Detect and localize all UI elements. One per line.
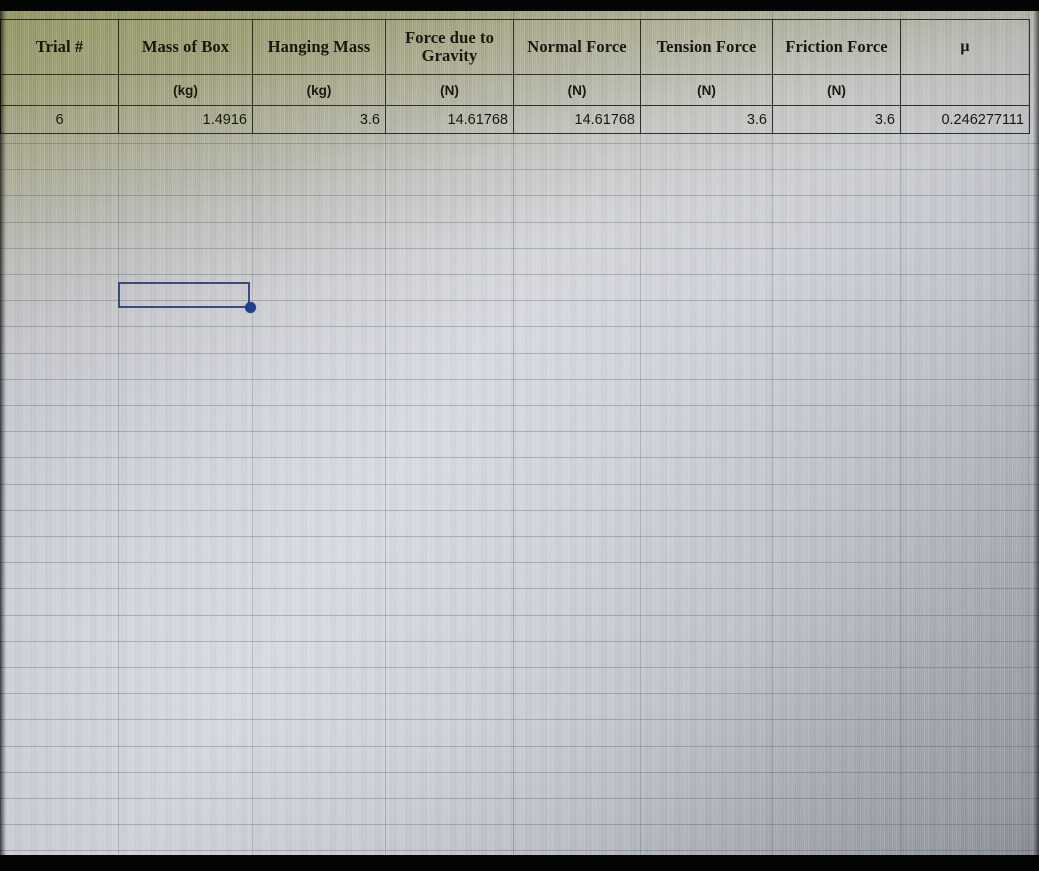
gridline-horizontal-4 [0, 247, 1039, 249]
gridline-horizontal-5 [0, 274, 1039, 275]
spreadsheet-screen: Trial # Mass of Box Hanging Mass Force d… [0, 10, 1039, 855]
gridline-horizontal-21 [0, 693, 1039, 695]
gridline-horizontal-22 [0, 719, 1039, 721]
gridline-vertical-7 [900, 10, 901, 855]
cell-hanging-mass[interactable]: 3.6 [252, 105, 386, 134]
header-mu[interactable]: μ [900, 19, 1030, 75]
lcd-scanline-texture [0, 10, 1039, 855]
gridline-horizontal-25 [0, 798, 1039, 799]
gridline-horizontal-26 [0, 824, 1039, 826]
table-row: 6 1.4916 3.6 14.61768 14.61768 3.6 3.6 0… [0, 105, 1030, 134]
lcd-banding-texture [0, 10, 1039, 855]
gridline-horizontal-24 [0, 771, 1039, 773]
gridline-horizontal-12 [0, 457, 1039, 459]
gridline-vertical-1 [118, 10, 119, 855]
gridline-horizontal-7 [0, 326, 1039, 328]
cell-mu[interactable]: 0.246277111 [900, 105, 1030, 134]
gridline-horizontal-23 [0, 745, 1039, 747]
table-units-row: (kg) (kg) (N) (N) (N) (N) [0, 74, 1030, 106]
photo-of-monitor: Trial # Mass of Box Hanging Mass Force d… [0, 0, 1039, 871]
gridline-horizontal-3 [0, 221, 1039, 223]
spreadsheet-gridlines [0, 10, 1039, 855]
cell-force-due-to-gravity[interactable]: 14.61768 [385, 105, 514, 134]
gridline-horizontal-1 [0, 169, 1039, 171]
unit-friction-force[interactable]: (N) [772, 74, 901, 106]
photo-top-black-band [0, 0, 1039, 11]
cell-friction-force[interactable]: 3.6 [772, 105, 901, 134]
gridline-horizontal-10 [0, 405, 1039, 406]
header-hanging-mass[interactable]: Hanging Mass [252, 19, 386, 75]
header-normal-force[interactable]: Normal Force [513, 19, 641, 75]
gridline-horizontal-15 [0, 536, 1039, 537]
gridline-horizontal-27 [0, 850, 1039, 852]
cell-trial[interactable]: 6 [0, 105, 119, 134]
gridline-horizontal-18 [0, 614, 1039, 616]
unit-trial[interactable] [0, 74, 119, 106]
unit-mu[interactable] [900, 74, 1030, 106]
unit-force-due-to-gravity[interactable]: (N) [385, 74, 514, 106]
header-trial[interactable]: Trial # [0, 19, 119, 75]
gridline-vertical-8 [1028, 10, 1029, 855]
header-tension-force[interactable]: Tension Force [640, 19, 773, 75]
unit-normal-force[interactable]: (N) [513, 74, 641, 106]
gridline-vertical-2 [252, 10, 253, 855]
table-header-row: Trial # Mass of Box Hanging Mass Force d… [0, 19, 1030, 75]
gridline-horizontal-2 [0, 195, 1039, 197]
gridline-horizontal-8 [0, 352, 1039, 354]
force-friction-data-table: Trial # Mass of Box Hanging Mass Force d… [0, 19, 1030, 134]
unit-tension-force[interactable]: (N) [640, 74, 773, 106]
cell-normal-force[interactable]: 14.61768 [513, 105, 641, 134]
unit-mass-of-box[interactable]: (kg) [118, 74, 253, 106]
header-force-due-to-gravity[interactable]: Force due to Gravity [385, 19, 514, 75]
unit-hanging-mass[interactable]: (kg) [252, 74, 386, 106]
gridline-vertical-5 [640, 10, 641, 855]
gridline-vertical-3 [385, 10, 386, 855]
gridline-vertical-6 [772, 10, 773, 855]
gridline-horizontal-0 [0, 143, 1039, 144]
gridline-horizontal-14 [0, 509, 1039, 511]
gridline-horizontal-11 [0, 431, 1039, 433]
gridline-horizontal-19 [0, 640, 1039, 642]
gridline-horizontal-17 [0, 588, 1039, 590]
gridline-horizontal-20 [0, 667, 1039, 668]
photo-bottom-black-band [0, 855, 1039, 871]
header-friction-force[interactable]: Friction Force [772, 19, 901, 75]
photo-vignette [0, 10, 1039, 855]
gridline-horizontal-9 [0, 378, 1039, 380]
fill-handle[interactable] [245, 302, 256, 313]
data-table-wrapper: Trial # Mass of Box Hanging Mass Force d… [0, 19, 1030, 134]
cell-mass-of-box[interactable]: 1.4916 [118, 105, 253, 134]
gridline-vertical-4 [513, 10, 514, 855]
gridline-vertical-0 [0, 10, 1, 855]
gridline-horizontal-16 [0, 562, 1039, 564]
active-cell-selection[interactable] [118, 282, 250, 308]
cell-tension-force[interactable]: 3.6 [640, 105, 773, 134]
gridline-horizontal-13 [0, 483, 1039, 485]
header-mass-of-box[interactable]: Mass of Box [118, 19, 253, 75]
